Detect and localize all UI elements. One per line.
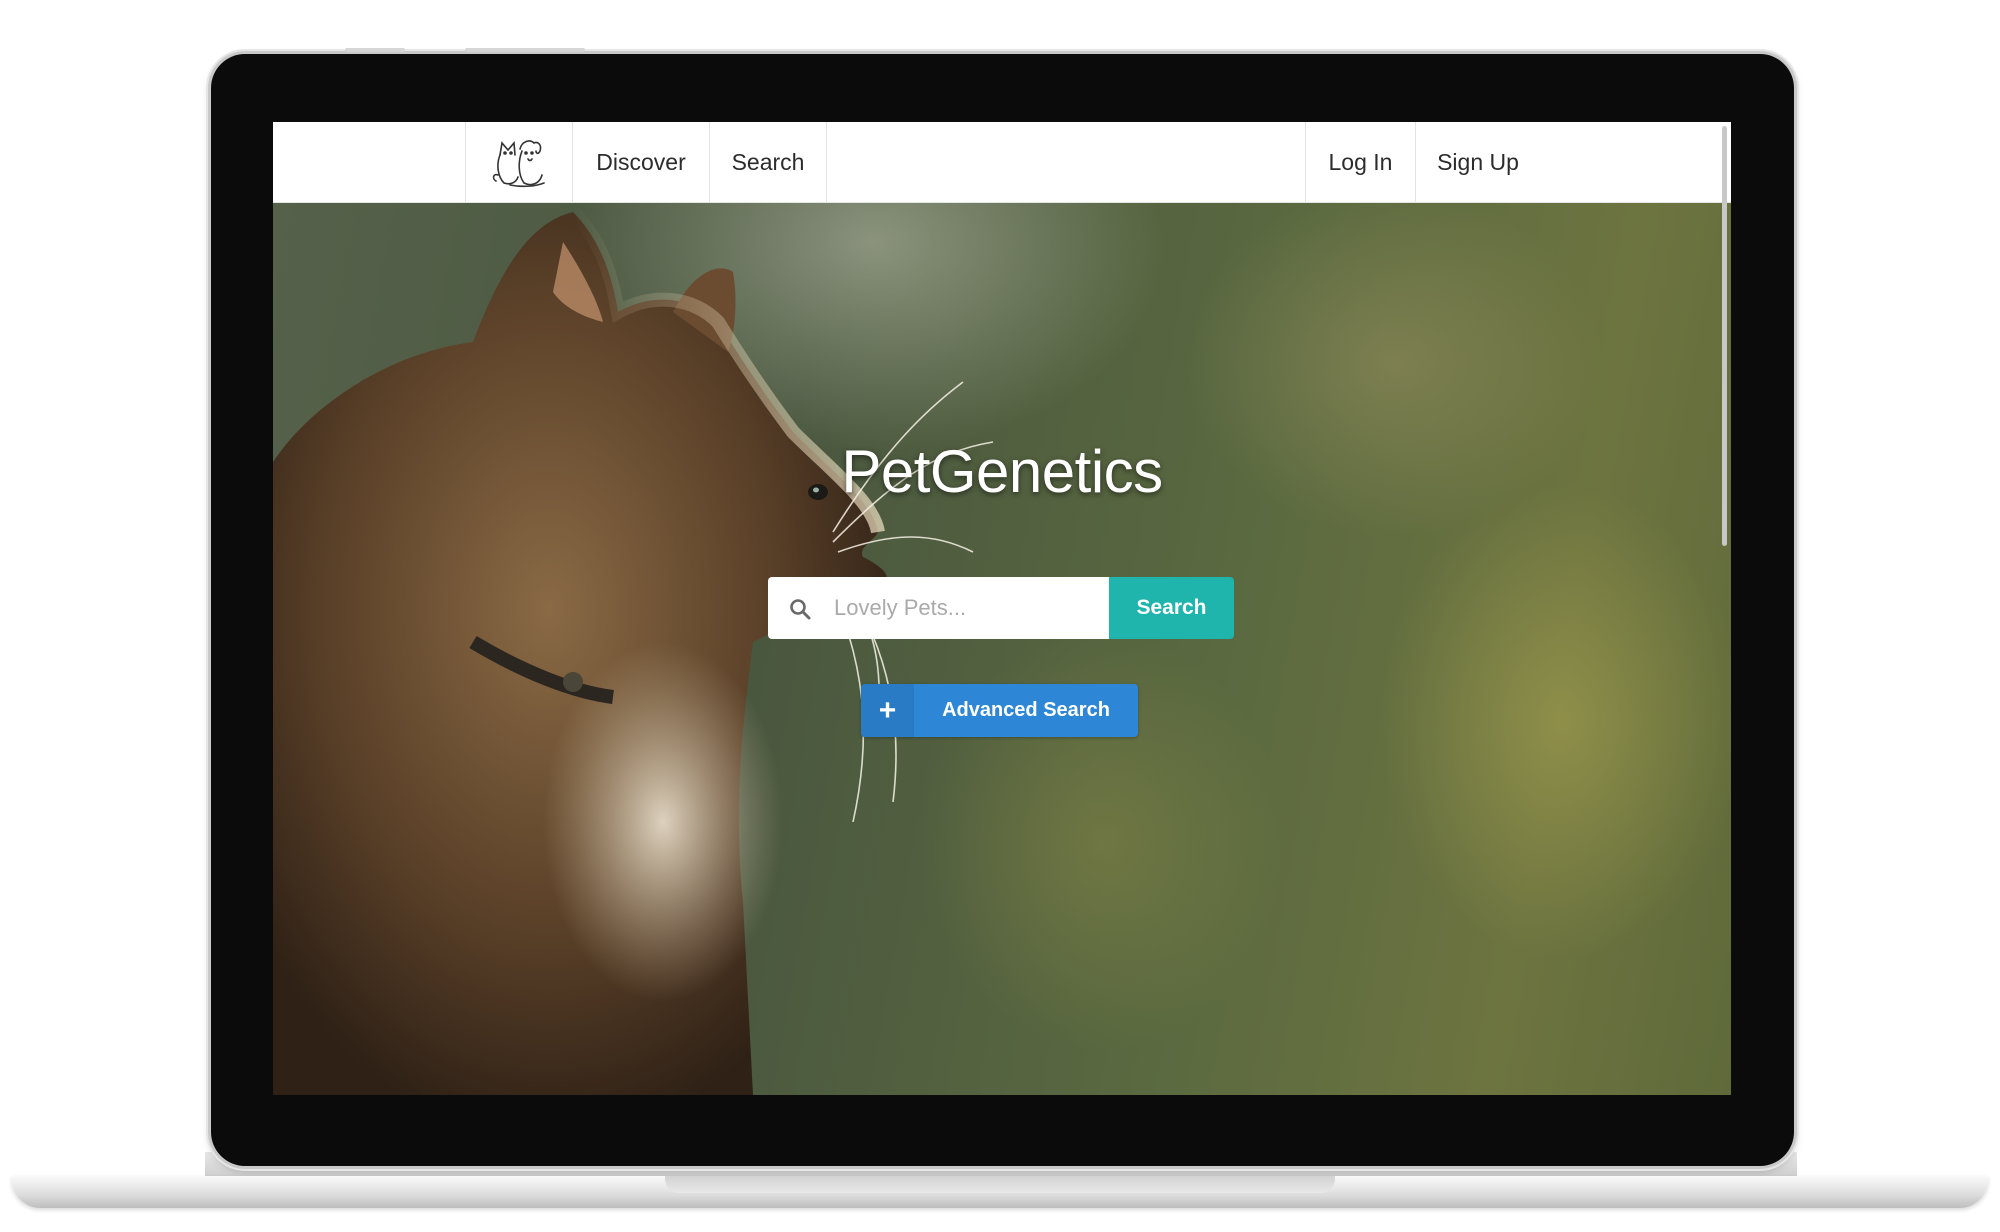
top-navbar: Discover Search Log In Sign Up: [273, 122, 1731, 203]
nav-item-search[interactable]: Search: [709, 122, 827, 202]
search-icon: [790, 599, 811, 620]
browser-viewport: PetGenetics Search + Advanced Search: [273, 122, 1731, 1095]
laptop-top-notch: [465, 48, 585, 52]
cat-photo-image: [273, 207, 994, 1095]
nav-item-login[interactable]: Log In: [1305, 122, 1415, 202]
advanced-search-button[interactable]: + Advanced Search: [861, 684, 1138, 737]
search-button[interactable]: Search: [1109, 577, 1234, 639]
nav-item-discover[interactable]: Discover: [572, 122, 709, 202]
laptop-top-notch: [345, 48, 405, 52]
hero-section: PetGenetics Search + Advanced Search: [273, 202, 1731, 1095]
nav-item-signup[interactable]: Sign Up: [1415, 122, 1540, 202]
advanced-search-label: Advanced Search: [942, 699, 1110, 721]
search-box: [768, 577, 1109, 639]
laptop-base-groove: [665, 1176, 1335, 1193]
search-group: Search: [768, 577, 1234, 639]
cat-and-dog-logo-icon: [492, 140, 545, 188]
hero-title: PetGenetics: [841, 438, 1163, 505]
logo-link[interactable]: [465, 122, 572, 202]
search-input[interactable]: [832, 577, 1106, 639]
page-scrollbar[interactable]: [1722, 126, 1727, 546]
plus-icon: +: [861, 684, 914, 737]
